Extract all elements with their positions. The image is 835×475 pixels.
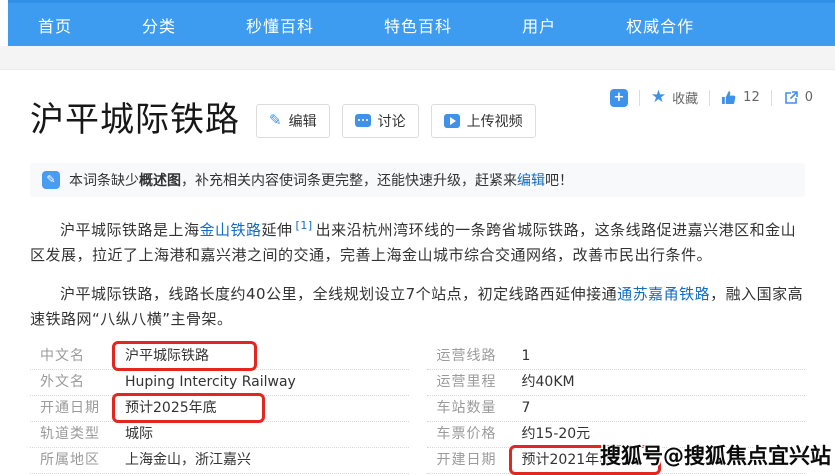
info-cell-foreign-name: 外文名 Huping Intercity Railway — [30, 370, 409, 396]
nav-item-home[interactable]: 首页 — [38, 13, 72, 37]
jinshan-railway-link[interactable]: 金山铁路 — [200, 221, 262, 239]
info-value: 约40KM — [522, 374, 575, 391]
notice-text: 本词条缺少概述图，补充相关内容使词条更完整，还能快速升级，赶紧来编辑吧！ — [69, 170, 573, 190]
add-icon[interactable]: + — [610, 89, 628, 107]
info-value: 城际 — [125, 426, 153, 443]
comment-icon — [355, 114, 371, 127]
info-value: 1 — [522, 348, 531, 365]
page-actions: + ★ 收藏 12 0 — [610, 88, 813, 107]
pencil-badge-icon: ✎ — [42, 171, 60, 189]
info-label: 运营里程 — [437, 374, 522, 391]
info-label: 车票价格 — [437, 426, 522, 443]
divider — [639, 90, 640, 106]
divider — [771, 90, 772, 106]
favorite-label: 收藏 — [672, 88, 698, 107]
edit-button[interactable]: ✎ 编辑 — [256, 104, 330, 138]
info-label: 运营线路 — [437, 348, 522, 365]
info-label: 开建日期 — [437, 452, 522, 469]
video-play-icon — [444, 114, 460, 128]
info-value: 上海金山，浙江嘉兴 — [125, 452, 251, 469]
upload-video-button[interactable]: 上传视频 — [431, 104, 536, 138]
missing-overview-notice: ✎ 本词条缺少概述图，补充相关内容使词条更完整，还能快速升级，赶紧来编辑吧！ — [30, 163, 805, 197]
info-value: Huping Intercity Railway — [125, 374, 296, 391]
share-count: 0 — [805, 90, 813, 105]
info-cell-region: 所属地区 上海金山，浙江嘉兴 — [30, 448, 409, 474]
sub-band — [0, 46, 835, 70]
info-label: 开通日期 — [40, 400, 125, 417]
info-label: 中文名 — [40, 348, 125, 365]
like-count: 12 — [743, 90, 760, 105]
nav-item-miaodong-baike[interactable]: 秒懂百科 — [246, 13, 314, 37]
nav-item-featured-baike[interactable]: 特色百科 — [384, 13, 452, 37]
nav-item-authority-cooperation[interactable]: 权威合作 — [626, 13, 694, 37]
top-navigation: 首页 分类 秒懂百科 特色百科 用户 权威合作 — [8, 0, 835, 46]
info-value: 预计2025年底 — [125, 400, 217, 417]
watermark: 搜狐号@搜狐焦点宜兴站 — [600, 440, 831, 470]
info-label: 车站数量 — [437, 400, 522, 417]
discuss-button-label: 讨论 — [378, 111, 406, 131]
info-value: 7 — [522, 400, 531, 417]
notice-edit-link[interactable]: 编辑 — [517, 173, 545, 189]
info-value: 约15-20元 — [522, 426, 591, 443]
summary-paragraph-2: 沪平城际铁路，线路长度约40公里，全线规划设立7个站点，初定线路西延伸接通通苏嘉… — [30, 282, 805, 332]
info-cell-chinese-name: 中文名 沪平城际铁路 — [30, 344, 409, 370]
nav-item-user[interactable]: 用户 — [522, 13, 556, 37]
share-button[interactable]: 0 — [783, 90, 813, 106]
favorite-button[interactable]: ★ 收藏 — [651, 88, 698, 107]
share-icon — [783, 90, 799, 106]
edit-button-label: 编辑 — [289, 111, 317, 131]
star-icon: ★ — [651, 89, 666, 106]
thumbs-up-icon — [721, 90, 737, 106]
info-value: 沪平城际铁路 — [125, 348, 209, 365]
discuss-button[interactable]: 讨论 — [342, 104, 419, 138]
info-label: 轨道类型 — [40, 426, 125, 443]
upload-video-button-label: 上传视频 — [467, 111, 523, 131]
divider — [709, 90, 710, 106]
summary-paragraph-1: 沪平城际铁路是上海金山铁路延伸[1]出来沿杭州湾环线的一条跨省城际铁路，这条线路… — [30, 213, 805, 268]
info-label: 外文名 — [40, 374, 125, 391]
nav-item-category[interactable]: 分类 — [142, 13, 176, 37]
info-cell-opening-date: 开通日期 预计2025年底 — [30, 396, 409, 422]
info-cell-operating-lines: 运营线路 1 — [427, 344, 806, 370]
info-cell-track-type: 轨道类型 城际 — [30, 422, 409, 448]
tongsujiayong-railway-link[interactable]: 通苏嘉甬铁路 — [617, 285, 710, 303]
reference-1-link[interactable]: [1] — [296, 219, 313, 232]
pencil-icon: ✎ — [269, 113, 282, 128]
article-summary: 沪平城际铁路是上海金山铁路延伸[1]出来沿杭州湾环线的一条跨省城际铁路，这条线路… — [30, 213, 805, 332]
info-label: 所属地区 — [40, 452, 125, 469]
info-cell-operating-mileage: 运营里程 约40KM — [427, 370, 806, 396]
like-button[interactable]: 12 — [721, 90, 760, 106]
article-content: + ★ 收藏 12 0 沪平城际铁路 ✎ 编辑 讨论 上传视频 — [0, 70, 835, 474]
info-cell-station-count: 车站数量 7 — [427, 396, 806, 422]
page-title: 沪平城际铁路 — [30, 100, 240, 141]
